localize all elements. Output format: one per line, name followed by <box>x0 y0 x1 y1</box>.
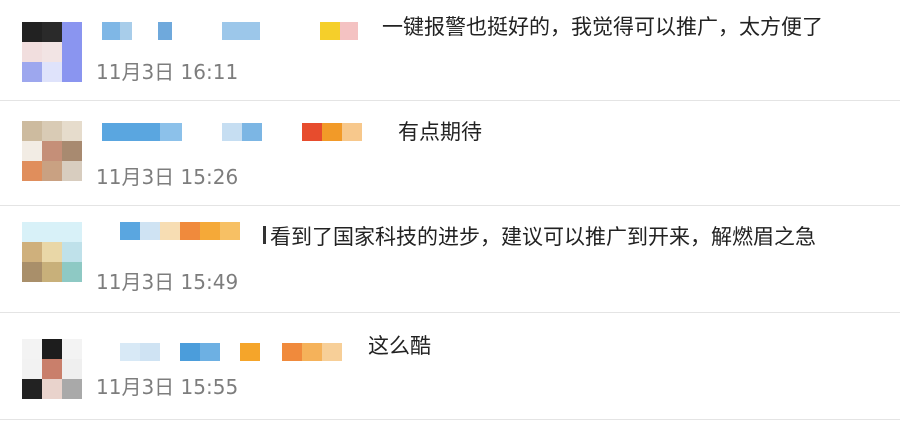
comment-text: 有点期待 <box>398 120 482 144</box>
comment-text: 这么酷 <box>368 334 431 358</box>
username-mosaic[interactable] <box>120 343 360 361</box>
username-mosaic[interactable] <box>102 123 372 141</box>
comment-time: 11月3日 15:49 <box>96 270 239 294</box>
avatar[interactable] <box>22 339 82 399</box>
comment-item[interactable]: 这么酷 11月3日 15:55 <box>0 313 900 417</box>
comment-time: 11月3日 15:26 <box>96 165 239 189</box>
divider <box>0 419 900 420</box>
username-mosaic[interactable] <box>102 22 372 40</box>
comment-item[interactable]: 有点期待 11月3日 15:26 <box>0 101 900 205</box>
text-cursor <box>263 226 266 244</box>
username-mosaic[interactable] <box>120 222 260 240</box>
comment-time: 11月3日 15:55 <box>96 375 239 399</box>
comment-list: 一键报警也挺好的，我觉得可以推广，太方便了 11月3日 16:11 有点期待 1… <box>0 0 900 424</box>
avatar[interactable] <box>22 222 82 282</box>
comment-item[interactable]: 一键报警也挺好的，我觉得可以推广，太方便了 11月3日 16:11 <box>0 0 900 100</box>
comment-text: 一键报警也挺好的，我觉得可以推广，太方便了 <box>382 15 823 39</box>
avatar[interactable] <box>22 22 82 82</box>
comment-item[interactable]: 看到了国家科技的进步，建议可以推广到开来，解燃眉之急 11月3日 15:49 <box>0 206 900 310</box>
avatar[interactable] <box>22 121 82 181</box>
comment-text: 看到了国家科技的进步，建议可以推广到开来，解燃眉之急 <box>270 225 816 249</box>
comment-time: 11月3日 16:11 <box>96 60 239 84</box>
